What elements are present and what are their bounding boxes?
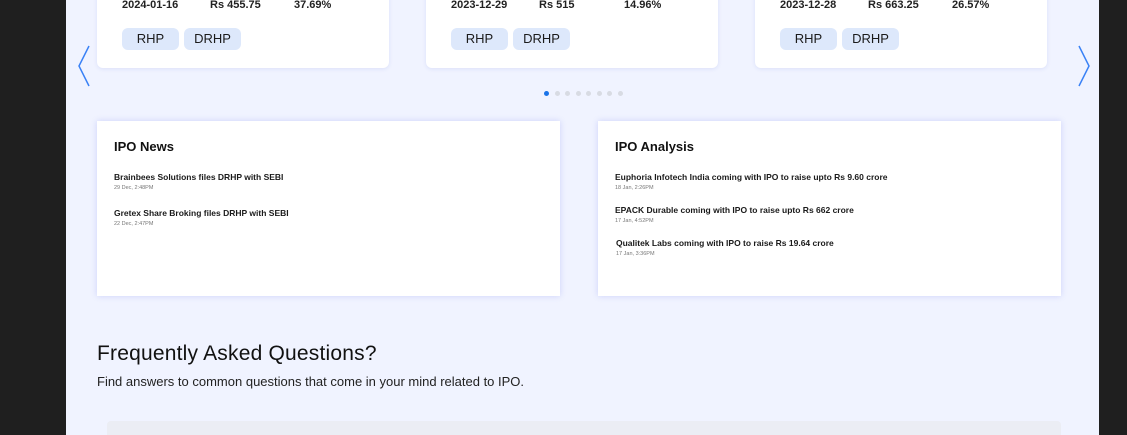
listing-price: Rs 455.75 [210, 0, 261, 11]
news-timestamp: 29 Dec, 2:48PM [114, 185, 154, 191]
news-headline-link[interactable]: Gretex Share Broking files DRHP with SEB… [114, 208, 289, 219]
listing-date: 2023-12-28 [780, 0, 837, 11]
chevron-left-icon [78, 45, 90, 87]
carousel-dot[interactable] [544, 91, 549, 96]
analysis-timestamp: 17 Jan, 4:52PM [615, 218, 654, 224]
carousel-dot[interactable] [607, 91, 612, 96]
drhp-button[interactable]: DRHP [184, 28, 241, 50]
ipo-page: 2024-01-16 Rs 455.75 37.69% RHP DRHP 202… [66, 0, 1099, 435]
analysis-headline-link[interactable]: EPACK Durable coming with IPO to raise u… [615, 205, 854, 216]
analysis-timestamp: 17 Jan, 3:36PM [616, 251, 655, 257]
chevron-right-icon [1078, 45, 1090, 87]
ipo-card: 2023-12-29 Rs 515 14.96% RHP DRHP [426, 0, 718, 68]
rhp-button[interactable]: RHP [122, 28, 179, 50]
faq-subheading: Find answers to common questions that co… [97, 374, 525, 389]
ipo-analysis-title: IPO Analysis [615, 139, 694, 154]
faq-heading: Frequently Asked Questions? [97, 342, 377, 365]
listing-gain: 14.96% [624, 0, 662, 11]
ipo-card-values: 2023-12-29 Rs 515 14.96% [426, 0, 718, 12]
ipo-card: 2024-01-16 Rs 455.75 37.69% RHP DRHP [97, 0, 389, 68]
ipo-news-title: IPO News [114, 139, 174, 154]
analysis-headline-link[interactable]: Euphoria Infotech India coming with IPO … [615, 172, 888, 183]
rhp-button[interactable]: RHP [451, 28, 508, 50]
carousel-dot[interactable] [565, 91, 570, 96]
ipo-news-panel: IPO News Brainbees Solutions files DRHP … [97, 121, 560, 296]
listing-date: 2023-12-29 [451, 0, 508, 11]
listing-gain: 37.69% [294, 0, 332, 11]
carousel-prev-button[interactable] [76, 44, 92, 88]
carousel-dot[interactable] [617, 91, 623, 96]
analysis-item: Qualitek Labs coming with IPO to raise R… [616, 238, 834, 258]
listing-gain: 26.57% [952, 0, 990, 11]
carousel-dot[interactable] [586, 91, 591, 96]
analysis-item: EPACK Durable coming with IPO to raise u… [615, 205, 854, 225]
carousel-dot[interactable] [554, 91, 560, 96]
listing-price: Rs 663.25 [868, 0, 919, 11]
listing-date: 2024-01-16 [122, 0, 179, 11]
carousel-dot[interactable] [575, 91, 581, 96]
analysis-headline-link[interactable]: Qualitek Labs coming with IPO to raise R… [616, 238, 834, 249]
carousel-next-button[interactable] [1076, 44, 1092, 88]
ipo-analysis-panel: IPO Analysis Euphoria Infotech India com… [598, 121, 1061, 296]
news-item: Brainbees Solutions files DRHP with SEBI… [114, 172, 283, 192]
ipo-card: 2023-12-28 Rs 663.25 26.57% RHP DRHP [755, 0, 1047, 68]
rhp-button[interactable]: RHP [780, 28, 837, 50]
analysis-item: Euphoria Infotech India coming with IPO … [615, 172, 888, 192]
news-timestamp: 22 Dec, 2:47PM [114, 221, 154, 227]
drhp-button[interactable]: DRHP [513, 28, 570, 50]
listing-price: Rs 515 [539, 0, 575, 11]
analysis-timestamp: 18 Jan, 2:26PM [615, 185, 654, 191]
ipo-card-values: 2023-12-28 Rs 663.25 26.57% [755, 0, 1047, 12]
drhp-button[interactable]: DRHP [842, 28, 899, 50]
ipo-card-values: 2024-01-16 Rs 455.75 37.69% [97, 0, 389, 12]
faq-accordion[interactable] [107, 421, 1061, 435]
news-item: Gretex Share Broking files DRHP with SEB… [114, 208, 289, 228]
carousel-dot[interactable] [596, 91, 602, 96]
news-headline-link[interactable]: Brainbees Solutions files DRHP with SEBI [114, 172, 283, 183]
